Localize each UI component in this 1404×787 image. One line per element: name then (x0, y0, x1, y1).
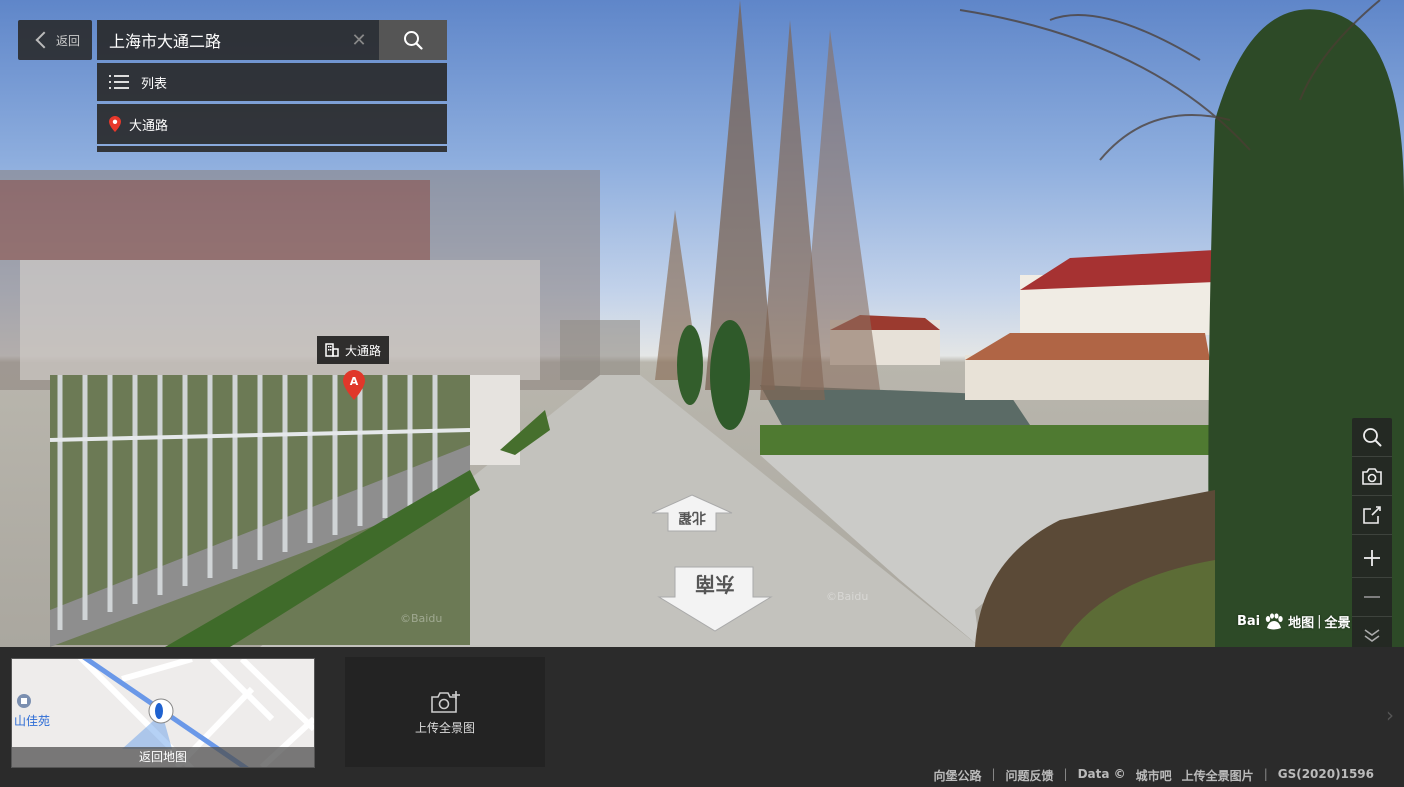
data-credit: Data © (1077, 767, 1126, 781)
back-button[interactable]: 返回 (18, 20, 92, 60)
camera-plus-icon (431, 690, 460, 713)
footer-location: 向堡公路 (933, 769, 982, 783)
share-icon (1363, 506, 1381, 524)
zoom-in-icon (1364, 550, 1380, 566)
poi-label-text: 大通路 (345, 343, 382, 358)
zoom-out-icon (1364, 596, 1380, 598)
search-button[interactable] (379, 20, 447, 60)
search-result-item[interactable]: 大通路 (97, 104, 447, 144)
marker-letter: A (350, 375, 359, 388)
baidu-logo: Bai 地图 | 全景 (1237, 612, 1351, 631)
search-input[interactable] (107, 29, 349, 51)
logo-brand: Bai (1237, 614, 1261, 629)
results-panel-edge (97, 146, 447, 152)
back-label: 返回 (56, 33, 81, 48)
navigate-forward-arrow[interactable]: 北翟 (650, 493, 734, 533)
footer: 向堡公路 | 问题反馈 | Data © 城市吧 上传全景图片 | GS(202… (933, 767, 1374, 784)
zoom-out-button[interactable] (1352, 578, 1392, 617)
arrow-back-label: 东南 (695, 572, 735, 596)
poi-label[interactable]: 大通路 (317, 336, 390, 364)
pano-toolbar (1352, 418, 1392, 655)
toolbar-search-button[interactable] (1352, 418, 1392, 457)
upload-pano-card[interactable]: 上传全景图 (345, 657, 545, 767)
chevron-left-icon (35, 31, 53, 49)
bottom-strip: 山佳苑 返回地图 上传全景图 › 向堡公路 | 问题反馈 | Data © 城市… (0, 647, 1404, 787)
list-label: 列表 (141, 76, 168, 92)
marker-a-pin[interactable]: A (343, 370, 365, 400)
search-box: ✕ (97, 20, 379, 60)
feedback-link[interactable]: 问题反馈 (1006, 767, 1054, 784)
navigate-back-arrow[interactable]: 东南 (657, 563, 773, 633)
list-toggle[interactable]: 列表 (97, 63, 447, 101)
upload-pano-link[interactable]: 上传全景图片 (1182, 767, 1254, 784)
double-chevron-down-icon (1364, 629, 1380, 642)
mini-map-poi: 山佳苑 (14, 714, 51, 728)
upload-label: 上传全景图 (414, 720, 475, 735)
clear-icon[interactable]: ✕ (349, 30, 369, 51)
camera-icon (1362, 468, 1382, 485)
zoom-in-button[interactable] (1352, 539, 1392, 578)
search-icon (1363, 428, 1382, 447)
location-pin-icon (109, 116, 121, 132)
logo-map: 地图 (1288, 616, 1315, 631)
arrow-forward-label: 北翟 (678, 509, 706, 525)
back-to-map-button[interactable]: 返回地图 (12, 747, 314, 767)
data-provider-link[interactable]: 城市吧 (1136, 767, 1172, 784)
list-icon (109, 75, 129, 89)
building-icon (325, 343, 339, 357)
result-label: 大通路 (129, 118, 169, 134)
strip-next-icon[interactable]: › (1386, 703, 1394, 727)
logo-pano: 全景 (1324, 616, 1351, 631)
share-button[interactable] (1352, 496, 1392, 535)
search-icon (404, 31, 423, 50)
mini-map[interactable]: 山佳苑 返回地图 (11, 658, 315, 768)
screenshot-button[interactable] (1352, 457, 1392, 496)
svg-text:©Baidu: ©Baidu (400, 612, 442, 625)
paw-icon (1265, 612, 1283, 629)
svg-text:©Baidu: ©Baidu (826, 590, 868, 603)
license-number: GS(2020)1596 (1277, 767, 1374, 781)
